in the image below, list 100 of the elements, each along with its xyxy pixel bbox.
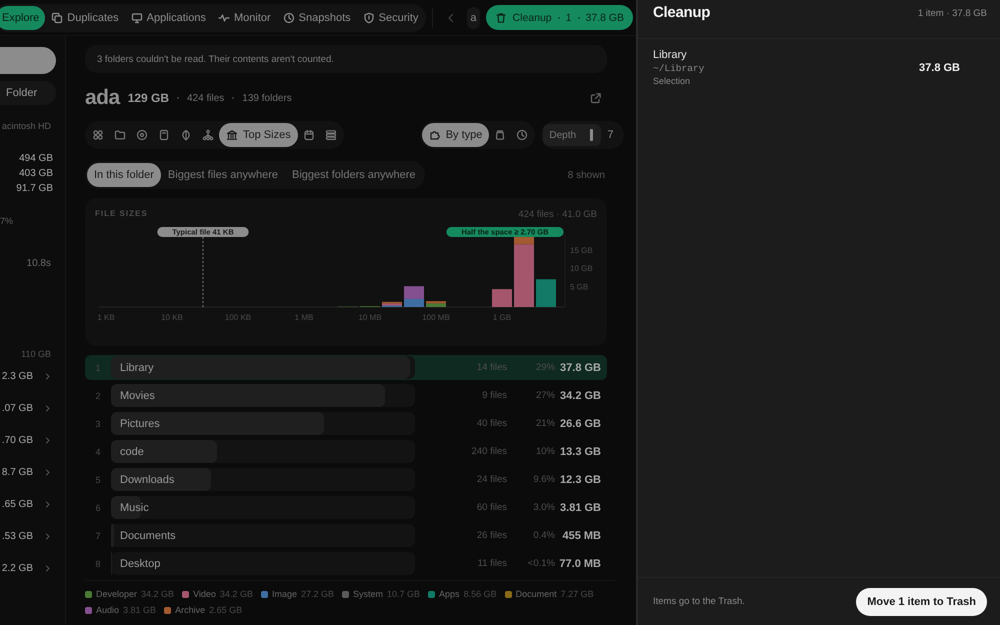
x-tick-label: 1 MB [294,313,314,322]
entry-size[interactable]: .53 GB [2,531,33,542]
entry-size[interactable]: 8.7 GB [2,467,33,478]
slider-thumb[interactable] [590,129,594,141]
scope-tab[interactable]: In this folder [87,163,161,187]
x-tick-label: 10 MB [358,313,382,322]
entry-size[interactable]: .70 GB [2,435,33,446]
legend-size: 34.2 GB [141,589,174,599]
shown-count: 8 shown [568,170,605,180]
share-percent: 21% [534,418,555,429]
rank-number: 8 [94,558,102,568]
nav-tab[interactable]: Monitor [212,6,277,30]
calendar-icon [302,129,315,141]
chevron-icon [43,564,52,573]
folder-size: 26.6 GB [560,418,601,430]
legend-size: 8.56 GB [464,589,497,599]
rank-number: 2 [94,390,102,400]
puzzle-icon [428,129,441,141]
legend-size: 34.2 GB [220,589,253,599]
y-tick-label: 15 GB [570,246,593,255]
nav-tab[interactable]: Applications [124,6,212,30]
legend-label: Archive [175,605,206,615]
entry-size[interactable]: 2.2 GB [2,563,33,574]
account-chip[interactable]: a [467,6,480,28]
y-tick-label: 5 GB [570,282,588,292]
depth-value: 7 [607,129,614,141]
histogram-bar [536,279,556,307]
stack-icon [324,129,337,141]
disk-value: 91.7 GB [16,183,53,194]
legend-label: Image [272,589,297,599]
share-percent: 29% [534,362,555,373]
legend-label: Document [516,589,557,599]
view-button[interactable]: Top Sizes [219,123,298,147]
pulse-icon [218,12,230,24]
file-count: 240 files [470,446,507,457]
nav-tab[interactable]: Snapshots [276,6,357,30]
entry-size[interactable]: .07 GB [2,403,33,414]
clock-icon [516,129,528,141]
chart-title: FILE SIZES [95,209,148,220]
folder-row[interactable]: 8 Desktop 11 files <0.1% 77.0 MB [85,551,607,576]
folder-name: Pictures [119,418,160,430]
file-count: 24 files [476,474,507,485]
disc-icon [136,129,148,141]
folder-row[interactable]: 1 Library 14 files 29% 37.8 GB [85,355,607,380]
entry-size[interactable]: 2.3 GB [2,371,33,382]
notice-banner: 3 folders couldn't be read. Their contents aren't counted. [85,45,607,73]
file-count: 26 files [476,530,507,541]
folder-size: 12.3 GB [560,474,601,486]
folder-count: 139 folders [242,92,292,104]
share-percent: 27% [534,390,555,401]
scope-tab[interactable]: Biggest files anywhere [160,163,285,187]
chevron-icon [43,404,52,413]
item-path: ~/Library [653,63,704,74]
rank-number: 6 [94,502,102,512]
external-link-icon [590,92,602,104]
folder-row[interactable]: 2 Movies 9 files 27% 34.2 GB [85,383,607,408]
grouping-button[interactable]: By type [422,123,490,147]
legend-label: Developer [96,589,138,599]
sidebar-button[interactable] [0,47,56,74]
disk-value: 494 GB [19,153,53,164]
chevron-icon [43,372,52,381]
move-to-trash-button[interactable]: Move 1 item to Trash [856,588,987,616]
legend-label: Audio [96,605,120,615]
folder-size: 3.81 GB [560,502,601,514]
folder-size: 13.3 GB [560,446,601,458]
folder-row[interactable]: 7 Documents 26 files 0.4% 455 MB [85,523,607,548]
share-percent: <0.1% [526,558,555,569]
depth-slider[interactable]: Depth [543,124,602,146]
folder-row[interactable]: 4 code 240 files 10% 13.3 GB [85,439,607,464]
rank-number: 7 [94,530,102,540]
disk-value: 403 GB [19,168,53,179]
cleanup-button[interactable]: Cleanup 1 37.8 GB [486,5,634,30]
scope-tab[interactable]: Biggest folders anywhere [284,163,422,187]
legend-size: 3.81 GB [123,605,156,615]
panel-summary: 1 item · 37.8 GB [918,8,987,19]
nav-tab[interactable]: Duplicates [45,6,125,30]
legend-label: System [353,589,384,599]
nav-tab[interactable]: Explore [0,6,46,30]
share-percent: 3.0% [532,502,555,513]
legend-size: 10.7 GB [387,589,420,599]
folder-size: 455 MB [562,530,601,542]
chevron-icon [43,468,52,477]
nav-tab[interactable]: Security [356,6,424,30]
share-percent: 10% [534,446,555,457]
bank-icon [226,129,238,141]
share-percent: 9.6% [532,474,555,485]
folder-icon [114,129,126,141]
folder-size: 77.0 MB [559,558,601,570]
folder-row[interactable]: 5 Downloads 24 files 9.6% 12.3 GB [85,467,607,492]
x-tick-label: 1 GB [492,313,512,322]
legend-label: Video [193,589,216,599]
folder-row[interactable]: 3 Pictures 40 files 21% 26.6 GB [85,411,607,436]
disk-label: acintosh HD [2,121,52,131]
x-tick-label: 10 KB [161,313,183,322]
folder-button[interactable]: Folder [0,81,56,105]
item-name: Library [653,49,688,61]
entry-size[interactable]: .65 GB [2,499,33,510]
trash-note: Items go to the Trash. [653,596,745,607]
folder-name: Desktop [119,558,160,570]
folder-row[interactable]: 6 Music 60 files 3.0% 3.81 GB [85,495,607,520]
